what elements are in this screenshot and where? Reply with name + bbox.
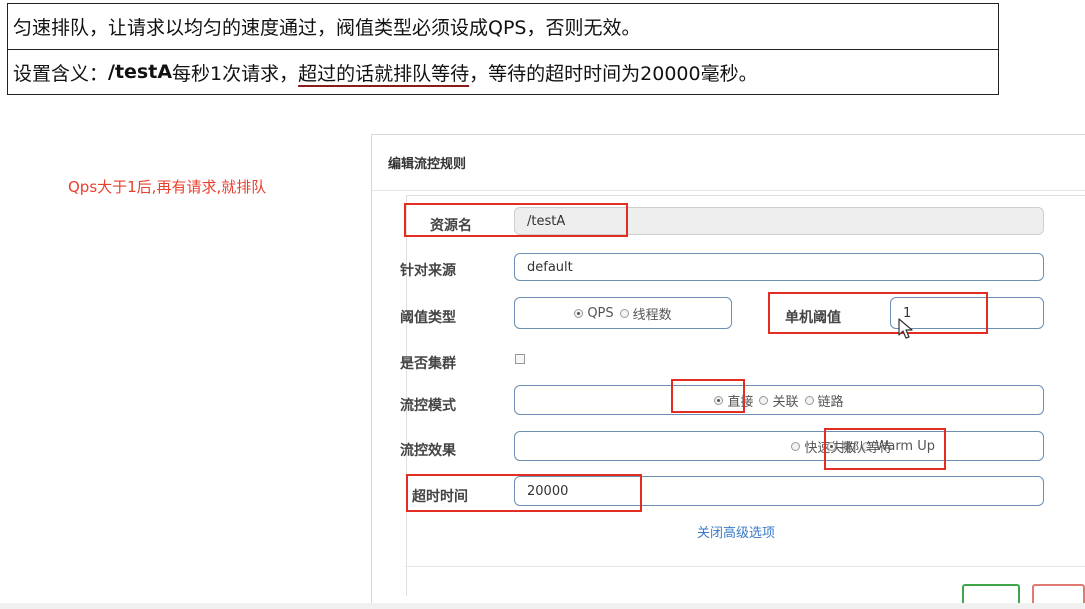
radio-fast-fail-dot — [791, 441, 801, 451]
radio-chain-label: 链路 — [817, 394, 844, 410]
flow-effect-label: 流控效果 — [400, 443, 456, 459]
source-label: 针对来源 — [400, 263, 456, 279]
note-suffix: ，等待的超时时间为20000毫秒。 — [469, 62, 758, 85]
note-resource: /testA — [108, 61, 173, 83]
threshold-type-label: 阈值类型 — [400, 310, 456, 326]
mouse-cursor-icon — [898, 318, 913, 339]
radio-thread-dot — [619, 308, 629, 318]
note-mid: 每秒1次请求， — [172, 62, 299, 85]
flow-mode-label: 流控模式 — [400, 398, 456, 414]
highlight-threshold — [768, 292, 988, 334]
source-input[interactable]: default — [514, 253, 1044, 281]
note-prefix: 设置含义： — [13, 62, 109, 85]
radio-relate-label: 关联 — [772, 394, 799, 410]
flow-effect-group: 快速失败 Warm Up 排队等待 — [514, 431, 1044, 461]
note-table: 匀速排队，让请求以均匀的速度通过，阀值类型必须设成QPS，否则无效。 设置含义：… — [7, 3, 999, 95]
dialog-footer-divider — [405, 566, 1085, 567]
bottom-bar — [0, 603, 1085, 609]
note-text-1: 匀速排队，让请求以均匀的速度通过，阀值类型必须设成QPS，否则无效。 — [13, 17, 641, 39]
radio-thread-label: 线程数 — [632, 307, 672, 323]
source-value: default — [527, 259, 573, 275]
cluster-checkbox[interactable] — [515, 354, 525, 364]
radio-qps[interactable]: QPS — [574, 305, 614, 321]
note-row-2: 设置含义：/testA 每秒1次请求， 超过的话就排队等待 ，等待的超时时间为2000… — [8, 49, 998, 94]
radio-thread[interactable]: 线程数 — [619, 304, 672, 323]
highlight-direct — [671, 379, 745, 413]
flow-mode-group: 直接 关联 链路 — [514, 385, 1044, 415]
radio-relate-dot — [759, 395, 769, 405]
threshold-type-group: QPS 线程数 — [514, 297, 732, 329]
cluster-label: 是否集群 — [400, 356, 456, 372]
radio-qps-dot — [574, 308, 584, 318]
dialog-title: 编辑流控规则 — [372, 135, 1085, 191]
radio-chain-dot — [804, 395, 814, 405]
close-advanced-link[interactable]: 关闭高级选项 — [697, 522, 775, 541]
radio-chain[interactable]: 链路 — [804, 391, 844, 410]
highlight-timeout — [406, 474, 642, 512]
radio-qps-label: QPS — [587, 305, 614, 321]
radio-relate[interactable]: 关联 — [759, 391, 799, 410]
highlight-resource — [404, 203, 628, 237]
highlight-queue — [824, 428, 946, 470]
side-annotation: Qps大于1后,再有请求,就排队 — [68, 178, 267, 196]
note-row-1: 匀速排队，让请求以均匀的速度通过，阀值类型必须设成QPS，否则无效。 — [8, 4, 998, 49]
note-underlined: 超过的话就排队等待 — [298, 62, 470, 85]
